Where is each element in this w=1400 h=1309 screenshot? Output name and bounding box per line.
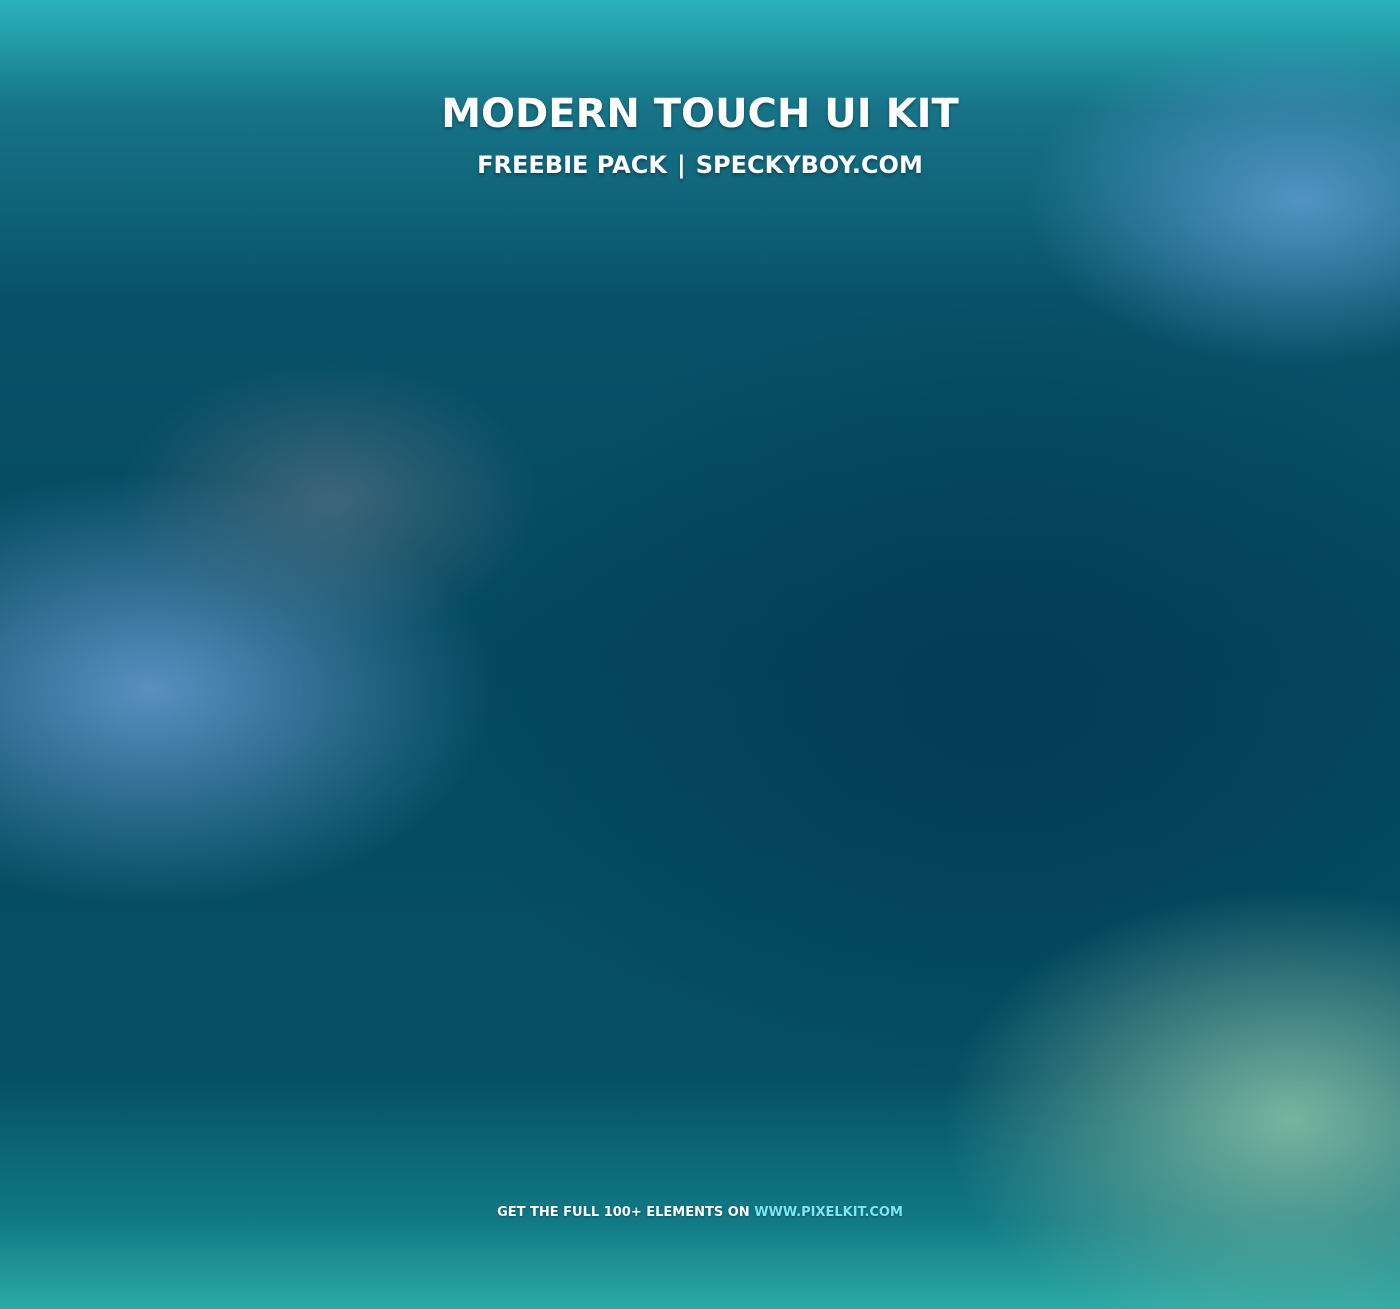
subtitle-freebie-pack: FREEBIE PACK — [477, 151, 667, 179]
page-subtitle: FREEBIE PACK | SPECKYBOY.COM — [0, 150, 1400, 180]
pixelkit-link[interactable]: WWW.PIXELKIT.COM — [754, 1205, 903, 1220]
page-title: MODERN TOUCH UI KIT — [441, 91, 959, 137]
blurred-background — [0, 0, 1400, 1309]
subtitle-site: SPECKYBOY.COM — [695, 151, 923, 179]
footer-text: GET THE FULL 100+ ELEMENTS ON — [497, 1205, 755, 1220]
footer-note: GET THE FULL 100+ ELEMENTS ON WWW.PIXELK… — [0, 1204, 1400, 1222]
subtitle-separator: | — [676, 151, 686, 179]
